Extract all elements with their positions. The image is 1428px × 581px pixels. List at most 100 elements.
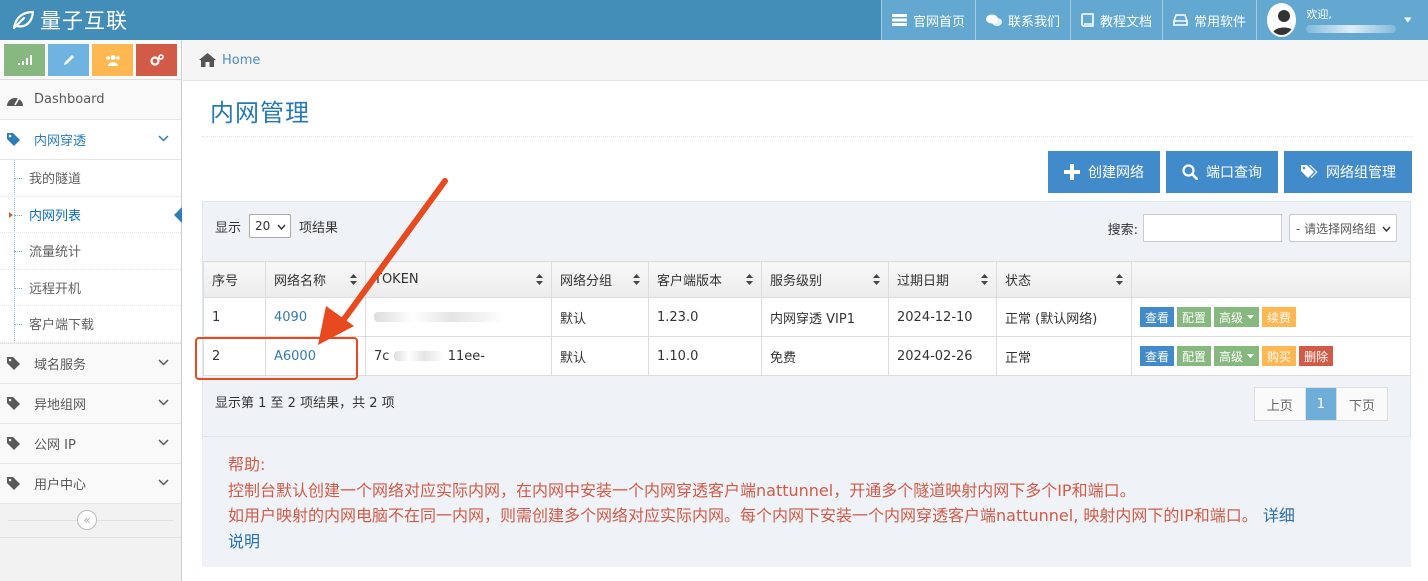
collapse-sidebar-button[interactable]: « — [77, 509, 97, 530]
search-label: 搜索: — [1107, 222, 1138, 238]
toolbar: 创建网络 端口查询 网络组管理 — [1048, 151, 1412, 193]
col-header-token[interactable]: TOKEN — [365, 261, 552, 298]
col-header-client-version[interactable]: 客户端版本 — [648, 261, 762, 298]
users-icon — [105, 55, 120, 66]
network-group-button[interactable]: 网络组管理 — [1284, 151, 1412, 193]
purchase-button[interactable]: 购买 — [1262, 346, 1297, 366]
brand-title: 量子互联 — [40, 9, 128, 33]
col-header-expiry[interactable]: 过期日期 — [888, 261, 997, 298]
chevron-down-icon — [158, 398, 169, 406]
prev-page-button[interactable]: 上页 — [1254, 388, 1306, 420]
network-group-label: 网络组管理 — [1326, 165, 1396, 181]
chevron-down-icon — [158, 358, 169, 366]
col-header-label: 服务级别 — [770, 274, 823, 289]
col-header-label: 网络名称 — [274, 274, 327, 289]
chevron-down-icon — [158, 135, 169, 142]
advanced-label: 高级 — [1219, 310, 1244, 325]
cell-status: 正常 (默认网络) — [996, 297, 1132, 337]
nav-contact[interactable]: 联系我们 — [974, 0, 1070, 40]
tag-icon — [7, 133, 20, 146]
avatar — [1267, 3, 1297, 37]
col-header-actions — [1131, 261, 1411, 298]
nav-docs[interactable]: 教程文档 — [1069, 0, 1162, 40]
sidebar-subitem-network-list[interactable]: 内网列表 — [0, 197, 182, 233]
help-detail-link-b[interactable]: 说明 — [228, 529, 1295, 555]
page-title: 内网管理 — [210, 99, 310, 127]
network-group-select[interactable]: - 请选择网络组 — [1289, 214, 1397, 242]
config-button[interactable]: 配置 — [1177, 307, 1212, 327]
cell-actions: 查看 配置 高级 购买 删除 — [1131, 336, 1411, 376]
shortcut-users-button[interactable] — [92, 44, 133, 76]
breadcrumb-home-link[interactable]: Home — [222, 53, 260, 68]
sidebar-item-tunnel[interactable]: 内网穿透 — [0, 120, 181, 160]
current-page-button[interactable]: 1 — [1305, 388, 1337, 420]
sort-icon — [1116, 274, 1123, 285]
sidebar-item-user-center[interactable]: 用户中心 — [0, 463, 181, 504]
sort-icon — [746, 274, 753, 285]
cell-group: 默认 — [551, 336, 649, 376]
view-button[interactable]: 查看 — [1140, 307, 1175, 327]
next-page-button[interactable]: 下页 — [1336, 388, 1387, 420]
renew-button[interactable]: 续费 — [1262, 307, 1297, 327]
network-name-link[interactable]: 4090 — [274, 310, 307, 325]
create-network-button[interactable]: 创建网络 — [1048, 151, 1160, 193]
config-button[interactable]: 配置 — [1177, 346, 1212, 366]
sidebar-item-label: 用户中心 — [34, 477, 87, 493]
cell-actions: 查看 配置 高级 续费 — [1131, 297, 1411, 337]
chat-icon — [985, 14, 1002, 26]
nav-home-label: 官网首页 — [912, 14, 965, 30]
cell-token — [365, 297, 552, 337]
delete-button[interactable]: 删除 — [1299, 346, 1334, 366]
caret-down-icon — [1247, 315, 1255, 319]
sidebar-item-public-ip[interactable]: 公网 IP — [0, 423, 181, 464]
cogs-icon — [149, 53, 164, 66]
page-length-control: 显示 20 项结果 — [215, 214, 338, 238]
tags-icon — [1301, 165, 1318, 178]
advanced-dropdown-button[interactable]: 高级 — [1214, 346, 1260, 366]
shortcut-edit-button[interactable] — [48, 44, 89, 76]
col-header-label: 序号 — [212, 274, 239, 289]
help-detail-link-a[interactable]: 详细 — [1263, 506, 1295, 525]
view-button[interactable]: 查看 — [1140, 346, 1175, 366]
sidebar-subitem-label: 客户端下载 — [29, 318, 95, 334]
page-size-select[interactable]: 20 — [249, 214, 292, 238]
page-header: 内网管理 — [202, 85, 1412, 137]
sidebar-item-sdwan[interactable]: 异地组网 — [0, 383, 181, 424]
sidebar-subitem-traffic-stats[interactable]: 流量统计 — [0, 233, 181, 270]
nav-contact-label: 联系我们 — [1007, 14, 1060, 30]
cell-service-level: 免费 — [761, 336, 889, 376]
user-menu[interactable]: 欢迎, — [1256, 0, 1428, 40]
cell-client-version: 1.23.0 — [648, 297, 762, 337]
sidebar-item-label: 异地组网 — [34, 397, 87, 413]
sidebar-item-label: 公网 IP — [34, 437, 76, 453]
caret-right-icon — [9, 211, 13, 218]
plus-icon — [1064, 164, 1080, 180]
shortcut-settings-button[interactable] — [136, 44, 177, 76]
col-header-name[interactable]: 网络名称 — [265, 261, 366, 298]
sidebar-subitem-wake-on-lan[interactable]: 远程开机 — [0, 270, 181, 306]
advanced-dropdown-button[interactable]: 高级 — [1214, 307, 1260, 327]
brand[interactable]: 量子互联 — [12, 6, 128, 34]
sidebar-item-domain[interactable]: 域名服务 — [0, 343, 181, 384]
cell-group: 默认 — [551, 297, 649, 337]
col-header-group[interactable]: 网络分组 — [551, 261, 649, 298]
sidebar-subitem-my-tunnels[interactable]: 我的隧道 — [0, 160, 181, 197]
sidebar-item-dashboard[interactable]: Dashboard — [0, 80, 181, 120]
highlight-box — [195, 337, 358, 380]
col-header-status[interactable]: 状态 — [996, 261, 1132, 298]
port-query-button[interactable]: 端口查询 — [1166, 151, 1278, 193]
nav-software[interactable]: 常用软件 — [1161, 0, 1256, 40]
pagination: 上页 1 下页 — [1253, 387, 1388, 421]
dashboard-icon — [7, 97, 23, 106]
nav-home[interactable]: 官网首页 — [880, 0, 975, 40]
signal-icon — [17, 55, 32, 65]
col-header-service-level[interactable]: 服务级别 — [761, 261, 889, 298]
shortcut-stats-button[interactable] — [4, 44, 45, 76]
sidebar-subitem-client-download[interactable]: 客户端下载 — [0, 306, 181, 343]
sort-icon — [873, 274, 880, 285]
search-input[interactable] — [1143, 214, 1282, 242]
help-panel: 帮助: 控制台默认创建一个网络对应实际内网，在内网中安装一个内网穿透客户端nat… — [202, 437, 1411, 567]
cell-token: 7c 11ee- — [365, 336, 552, 376]
col-header-index[interactable]: 序号 — [203, 261, 266, 298]
sort-icon — [536, 274, 543, 285]
